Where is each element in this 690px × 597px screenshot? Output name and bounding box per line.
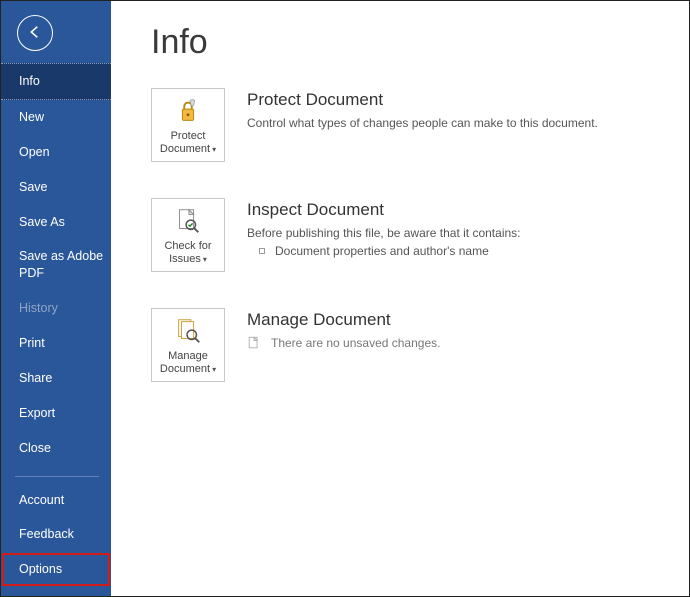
chevron-down-icon: ▾	[212, 365, 216, 374]
sidebar-item-feedback[interactable]: Feedback	[1, 517, 111, 552]
sidebar-item-label: Save As	[19, 215, 65, 229]
sidebar-item-label: Print	[19, 336, 45, 350]
sidebar-item-options[interactable]: Options	[1, 552, 111, 587]
section-inspect: Check for Issues▾ Inspect Document Befor…	[151, 198, 659, 272]
word-backstage: Info New Open Save Save As Save as Adobe…	[0, 0, 690, 597]
manage-body: Manage Document There are no unsaved cha…	[247, 308, 659, 382]
main-panel: Info Protect Document▾ Protect Document …	[111, 1, 689, 596]
manage-document-icon	[173, 314, 203, 348]
inspect-bullet: Document properties and author's name	[247, 244, 659, 258]
sidebar-item-info[interactable]: Info	[1, 63, 111, 100]
protect-body: Protect Document Control what types of c…	[247, 88, 659, 162]
manage-status-text: There are no unsaved changes.	[271, 336, 440, 350]
sidebar-item-save-adobe-pdf[interactable]: Save as Adobe PDF	[1, 239, 111, 291]
tile-label: Check for Issues▾	[154, 240, 222, 266]
chevron-down-icon: ▾	[203, 255, 207, 264]
inspect-desc: Before publishing this file, be aware th…	[247, 226, 659, 240]
sidebar-item-label: Info	[19, 74, 40, 88]
sidebar-item-label: Account	[19, 493, 64, 507]
tile-label: Manage Document▾	[154, 350, 222, 376]
sidebar-item-label: Open	[19, 145, 50, 159]
sidebar-item-save[interactable]: Save	[1, 170, 111, 205]
inspect-document-icon	[173, 204, 203, 238]
sidebar-item-open[interactable]: Open	[1, 135, 111, 170]
manage-heading: Manage Document	[247, 310, 659, 330]
page-title: Info	[151, 23, 659, 62]
sidebar-item-save-as[interactable]: Save As	[1, 205, 111, 240]
sidebar-item-label: Share	[19, 371, 52, 385]
inspect-bullet-text: Document properties and author's name	[275, 244, 489, 258]
sidebar-item-label: Feedback	[19, 527, 74, 541]
sidebar-item-label: Save	[19, 180, 48, 194]
sidebar-item-label: Close	[19, 441, 51, 455]
chevron-down-icon: ▾	[212, 145, 216, 154]
sidebar-item-print[interactable]: Print	[1, 326, 111, 361]
section-manage: Manage Document▾ Manage Document There a…	[151, 308, 659, 382]
inspect-heading: Inspect Document	[247, 200, 659, 220]
sidebar-item-share[interactable]: Share	[1, 361, 111, 396]
check-for-issues-button[interactable]: Check for Issues▾	[151, 198, 225, 272]
lock-shield-icon	[173, 94, 203, 128]
sidebar-item-label: History	[19, 301, 58, 315]
sidebar-item-export[interactable]: Export	[1, 396, 111, 431]
back-button[interactable]	[17, 15, 53, 51]
manage-document-button[interactable]: Manage Document▾	[151, 308, 225, 382]
manage-status: There are no unsaved changes.	[247, 336, 659, 350]
sidebar-item-label: New	[19, 110, 44, 124]
sidebar-item-label: Save as Adobe PDF	[19, 249, 103, 280]
sidebar-item-account[interactable]: Account	[1, 483, 111, 518]
sidebar-separator	[15, 476, 99, 477]
protect-heading: Protect Document	[247, 90, 659, 110]
sidebar-item-label: Options	[19, 562, 62, 576]
back-arrow-icon	[26, 23, 44, 44]
protect-document-button[interactable]: Protect Document▾	[151, 88, 225, 162]
protect-desc: Control what types of changes people can…	[247, 116, 659, 130]
backstage-sidebar: Info New Open Save Save As Save as Adobe…	[1, 1, 111, 596]
tile-label: Protect Document▾	[154, 130, 222, 156]
document-icon	[247, 336, 261, 350]
bullet-square-icon	[259, 248, 265, 254]
sidebar-item-label: Export	[19, 406, 55, 420]
sidebar-item-history: History	[1, 291, 111, 326]
sidebar-item-close[interactable]: Close	[1, 431, 111, 466]
sidebar-item-new[interactable]: New	[1, 100, 111, 135]
section-protect: Protect Document▾ Protect Document Contr…	[151, 88, 659, 162]
inspect-body: Inspect Document Before publishing this …	[247, 198, 659, 272]
